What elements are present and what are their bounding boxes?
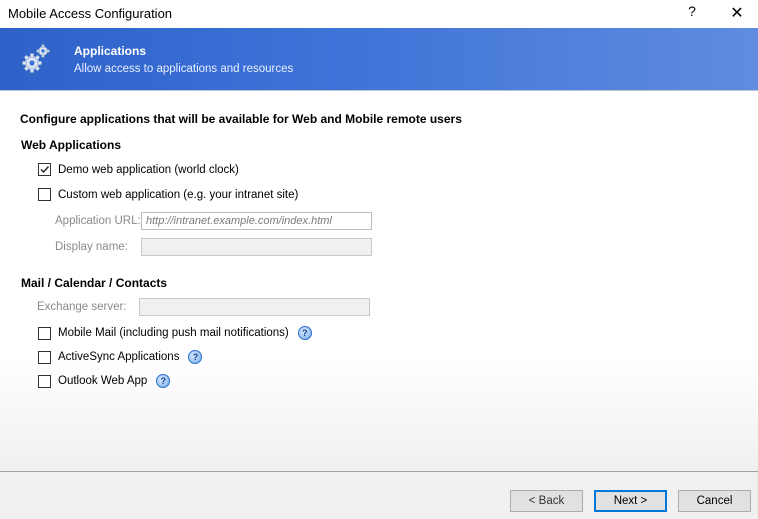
application-url-label: Application URL: bbox=[55, 215, 141, 227]
title-bar: Mobile Access Configuration ? ✕ bbox=[0, 0, 758, 28]
application-url-input[interactable] bbox=[141, 212, 372, 230]
custom-web-app-option[interactable]: Custom web application (e.g. your intran… bbox=[38, 188, 298, 201]
close-button[interactable]: ✕ bbox=[727, 3, 747, 23]
display-name-input[interactable] bbox=[141, 238, 372, 256]
activesync-label: ActiveSync Applications bbox=[58, 351, 180, 363]
mobile-mail-checkbox[interactable] bbox=[38, 326, 51, 340]
footer-divider bbox=[0, 471, 758, 472]
demo-web-app-option[interactable]: Demo web application (world clock) bbox=[38, 163, 239, 176]
header-banner: Applications Allow access to application… bbox=[0, 28, 758, 90]
outlook-web-app-option[interactable]: Outlook Web App ? bbox=[38, 374, 171, 388]
mobile-mail-help-icon[interactable]: ? bbox=[297, 326, 312, 340]
demo-web-app-label: Demo web application (world clock) bbox=[58, 163, 239, 176]
outlook-web-app-checkbox[interactable] bbox=[38, 374, 51, 388]
web-applications-heading: Web Applications bbox=[21, 138, 122, 152]
mobile-mail-option[interactable]: Mobile Mail (including push mail notific… bbox=[38, 326, 312, 340]
activesync-help-icon[interactable]: ? bbox=[188, 350, 203, 364]
custom-web-app-checkbox[interactable] bbox=[38, 188, 51, 201]
intro-text: Configure applications that will be avai… bbox=[20, 112, 462, 126]
display-name-label: Display name: bbox=[55, 241, 128, 253]
mobile-mail-label: Mobile Mail (including push mail notific… bbox=[58, 327, 289, 339]
content-panel: Configure applications that will be avai… bbox=[0, 91, 758, 471]
activesync-checkbox[interactable] bbox=[38, 350, 51, 364]
footer-bar: < Back Next > Cancel bbox=[0, 471, 758, 519]
exchange-server-input[interactable] bbox=[139, 298, 370, 316]
activesync-option[interactable]: ActiveSync Applications ? bbox=[38, 350, 203, 364]
header-title: Applications bbox=[74, 44, 147, 58]
header-subtitle: Allow access to applications and resourc… bbox=[74, 63, 294, 75]
mail-calendar-contacts-heading: Mail / Calendar / Contacts bbox=[21, 276, 168, 290]
outlook-web-app-label: Outlook Web App bbox=[58, 375, 148, 387]
demo-web-app-checkbox[interactable] bbox=[38, 163, 51, 176]
back-button[interactable]: < Back bbox=[510, 490, 583, 512]
cancel-button[interactable]: Cancel bbox=[678, 490, 751, 512]
custom-web-app-label: Custom web application (e.g. your intran… bbox=[58, 188, 299, 201]
gears-icon bbox=[22, 44, 50, 73]
exchange-server-label: Exchange server: bbox=[37, 301, 127, 313]
outlook-web-app-help-icon[interactable]: ? bbox=[156, 374, 171, 388]
checkmark-icon bbox=[40, 166, 50, 174]
help-button[interactable]: ? bbox=[683, 3, 701, 23]
next-button[interactable]: Next > bbox=[594, 490, 667, 512]
window-title: Mobile Access Configuration bbox=[8, 6, 173, 21]
